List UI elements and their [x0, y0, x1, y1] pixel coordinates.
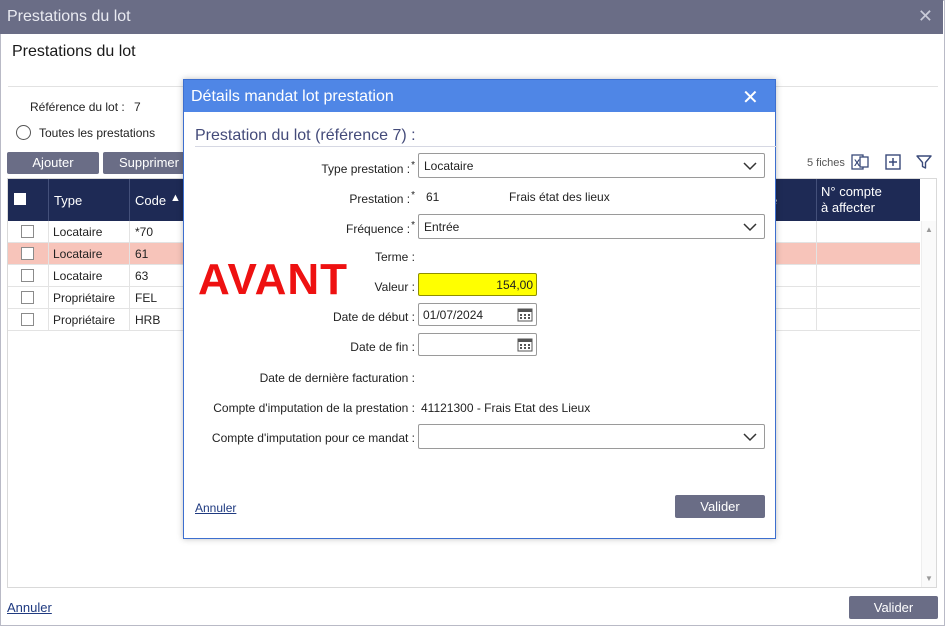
chevron-down-icon [743, 223, 757, 232]
type-prestation-label: Type prestation :* [321, 160, 415, 176]
column-divider [816, 179, 817, 221]
scroll-up-icon[interactable]: ▲ [925, 225, 933, 234]
delete-button[interactable]: Supprimer [103, 152, 195, 174]
scroll-down-icon[interactable]: ▼ [925, 574, 933, 583]
sort-asc-icon[interactable]: ▲ [170, 192, 181, 204]
modal-title: Détails mandat lot prestation [191, 88, 394, 105]
required-marker: * [411, 160, 415, 171]
valeur-input[interactable]: 154,00 [418, 273, 537, 296]
date-fin-label: Date de fin : [350, 340, 415, 354]
column-divider [48, 243, 49, 265]
column-divider [129, 243, 130, 265]
modal-heading: Prestation du lot (référence 7) : [195, 127, 416, 144]
row-code: FEL [135, 291, 158, 305]
required-marker: * [411, 220, 415, 231]
row-type: Propriétaire [53, 291, 116, 305]
column-divider [48, 287, 49, 309]
column-divider [129, 309, 130, 331]
row-checkbox[interactable] [21, 291, 34, 304]
excel-export-icon[interactable]: X [851, 153, 869, 171]
prestation-name: Frais état des lieux [509, 190, 610, 204]
prestation-label-text: Prestation [349, 192, 404, 206]
column-header-compte[interactable]: N° compte à affecter [821, 184, 882, 226]
page-title: Prestations du lot [12, 43, 136, 60]
reference-label: Référence du lot : [30, 100, 125, 114]
column-divider [816, 309, 817, 331]
type-prestation-label-text: Type prestation [321, 162, 404, 176]
modal-validate-button[interactable]: Valider [675, 495, 765, 518]
calendar-icon[interactable] [517, 307, 533, 322]
required-marker: * [411, 190, 415, 201]
terme-label: Terme : [374, 250, 415, 264]
outer-window-title: Prestations du lot [7, 8, 131, 25]
frequence-value: Entrée [424, 220, 460, 234]
modal-close-icon[interactable]: ✕ [742, 85, 759, 110]
reference-value: 7 [134, 100, 141, 114]
date-debut-label: Date de début : [332, 310, 415, 324]
filter-icon[interactable] [915, 153, 933, 171]
type-prestation-select[interactable]: Locataire [418, 153, 765, 178]
column-divider [816, 265, 817, 287]
all-prestations-radio[interactable] [16, 125, 31, 140]
chevron-down-icon [743, 162, 757, 171]
avant-annotation: AVANT [198, 255, 349, 304]
frequence-select[interactable]: Entrée [418, 214, 765, 239]
row-code: 63 [135, 269, 149, 283]
column-divider [129, 179, 130, 221]
valeur-label: Valeur : [374, 280, 415, 294]
row-type: Locataire [53, 247, 103, 261]
select-all-checkbox[interactable] [14, 193, 26, 205]
row-checkbox[interactable] [21, 247, 34, 260]
date-fin-input[interactable] [418, 333, 537, 356]
outer-validate-button[interactable]: Valider [849, 596, 938, 619]
frequence-label-text: Fréquence [346, 222, 404, 236]
column-header-compte-line2: à affecter [821, 200, 875, 215]
column-divider [48, 265, 49, 287]
column-divider [816, 221, 817, 243]
column-divider [48, 221, 49, 243]
row-checkbox[interactable] [21, 225, 34, 238]
column-divider [48, 309, 49, 331]
prestation-label: Prestation :* [349, 190, 415, 206]
outer-cancel-link[interactable]: Annuler [7, 600, 52, 615]
modal-heading-divider [195, 146, 777, 147]
column-divider [816, 243, 817, 265]
details-modal: Détails mandat lot prestation ✕ Prestati… [183, 79, 777, 539]
row-type: Locataire [53, 269, 103, 283]
modal-cancel-link[interactable]: Annuler [195, 501, 236, 515]
column-divider [129, 265, 130, 287]
outer-close-icon[interactable]: ✕ [918, 6, 933, 27]
column-divider [129, 287, 130, 309]
frequence-label: Fréquence :* [346, 220, 415, 236]
column-divider [129, 221, 130, 243]
row-code: 61 [135, 247, 149, 261]
record-count: 5 fiches [807, 157, 845, 169]
derniere-facturation-label: Date de dernière facturation : [259, 371, 415, 385]
outer-titlebar [0, 0, 943, 34]
date-debut-input[interactable]: 01/07/2024 [418, 303, 537, 326]
row-checkbox[interactable] [21, 313, 34, 326]
column-header-compte-line1: N° compte [821, 184, 882, 199]
row-code: *70 [135, 225, 154, 239]
compte-prestation-value: 41121300 - Frais Etat des Lieux [421, 401, 591, 415]
compte-mandat-label: Compte d'imputation pour ce mandat : [211, 431, 415, 445]
row-type: Propriétaire [53, 313, 116, 327]
all-prestations-label: Toutes les prestations [39, 126, 156, 140]
table-scrollbar[interactable]: ▲ ▼ [921, 221, 936, 587]
row-type: Locataire [53, 225, 103, 239]
date-debut-value: 01/07/2024 [423, 308, 484, 322]
row-checkbox[interactable] [21, 269, 34, 282]
compte-prestation-label: Compte d'imputation de la prestation : [213, 401, 415, 415]
add-button[interactable]: Ajouter [7, 152, 99, 174]
add-icon[interactable] [884, 153, 902, 171]
chevron-down-icon [743, 433, 757, 442]
prestation-code: 61 [426, 190, 440, 204]
column-divider [816, 287, 817, 309]
column-divider [48, 179, 49, 221]
row-code: HRB [135, 313, 161, 327]
compte-mandat-select[interactable] [418, 424, 765, 449]
calendar-icon[interactable] [517, 337, 533, 352]
type-prestation-value: Locataire [424, 159, 474, 173]
svg-text:X: X [854, 158, 860, 168]
